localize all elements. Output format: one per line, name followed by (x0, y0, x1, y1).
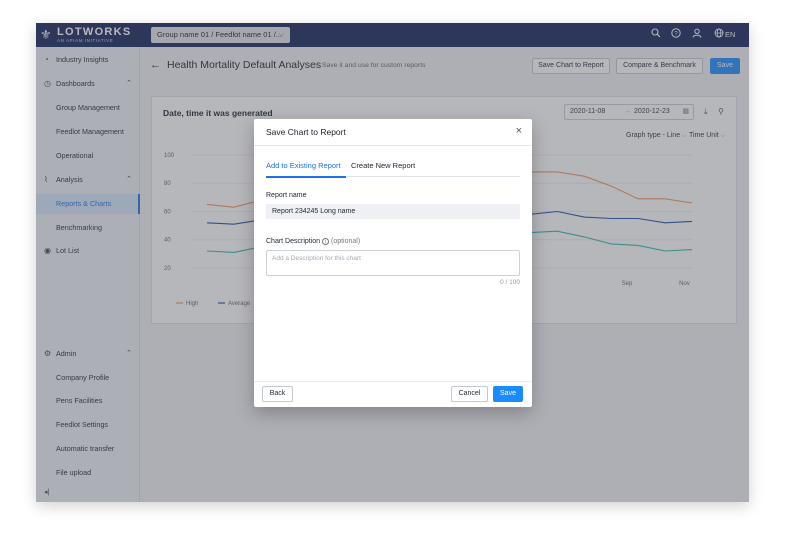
active-tab-indicator (266, 176, 346, 178)
tab-create-new-report[interactable]: Create New Report (351, 161, 415, 171)
back-button[interactable]: Back (262, 386, 293, 402)
close-icon[interactable]: × (516, 125, 522, 137)
cancel-button[interactable]: Cancel (451, 386, 488, 402)
report-name-label: Report name (266, 192, 307, 199)
chart-description-input[interactable] (266, 250, 520, 276)
chart-description-label-text: Chart Description (266, 238, 321, 245)
dialog-footer-divider (254, 381, 532, 382)
report-name-select[interactable]: Report 234245 Long name (266, 204, 520, 219)
tab-add-to-existing-report[interactable]: Add to Existing Report (266, 161, 341, 171)
character-counter: 0 / 100 (500, 279, 520, 286)
save-chart-dialog: Save Chart to Report × Add to Existing R… (254, 119, 532, 407)
info-icon[interactable]: i (322, 238, 330, 245)
dialog-title: Save Chart to Report (266, 127, 346, 137)
optional-hint: (optional) (330, 238, 361, 245)
dialog-divider (254, 145, 532, 146)
chart-description-label: Chart Description i (optional) (266, 237, 360, 246)
dialog-save-button[interactable]: Save (493, 386, 523, 402)
